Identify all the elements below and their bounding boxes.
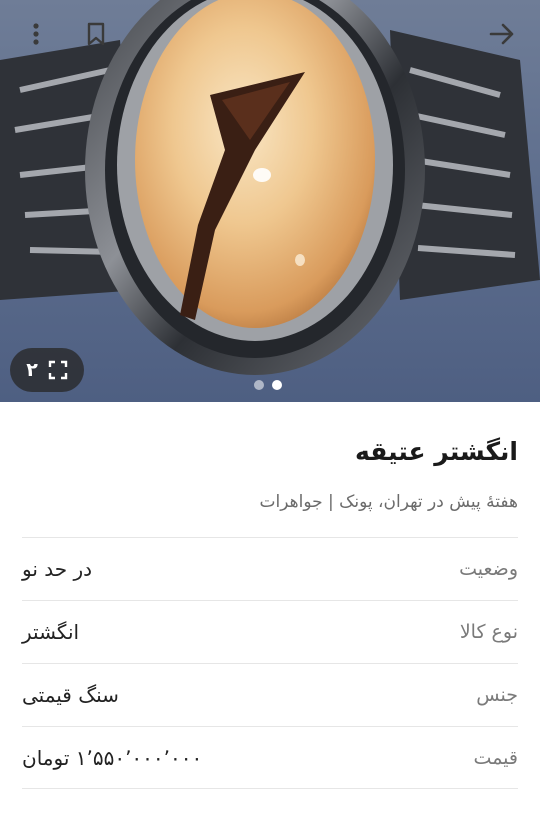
more-options-button[interactable] [16,14,56,54]
page-dot-active[interactable] [272,380,282,390]
detail-row-type: نوع کالا انگشتر [22,600,518,663]
image-count-button[interactable]: ۲ [10,348,84,392]
fullscreen-icon [48,360,67,380]
listing-subtitle: هفتهٔ پیش در تهران، پونک | جواهرات [259,492,518,512]
back-button[interactable] [482,14,522,54]
detail-label: جنس [476,684,518,706]
image-gallery[interactable]: ۲ [0,0,540,402]
bookmark-icon [87,22,105,46]
detail-row-material: جنس سنگ قیمتی [22,663,518,726]
detail-label: نوع کالا [459,621,518,643]
detail-label: وضعیت [459,558,518,580]
ring-photo [0,0,540,375]
detail-value: سنگ قیمتی [22,683,119,707]
detail-row-condition: وضعیت در حد نو [22,537,518,600]
bookmark-button[interactable] [76,14,116,54]
page-indicator [254,380,282,390]
detail-row-price: قیمت ۱٬۵۵۰٬۰۰۰٬۰۰۰ تومان [22,726,518,789]
arrow-right-icon [489,23,514,45]
detail-value: در حد نو [22,557,93,581]
listing-title: انگشتر عتیقه [354,437,518,466]
vertical-dots-icon [33,23,39,45]
price-value: ۱٬۵۵۰٬۰۰۰٬۰۰۰ تومان [22,745,203,770]
detail-value: انگشتر [22,620,80,644]
detail-label: قیمت [473,746,518,769]
listing-details: انگشتر عتیقه هفتهٔ پیش در تهران، پونک | … [0,435,540,789]
image-count: ۲ [26,359,38,381]
details-table: وضعیت در حد نو نوع کالا انگشتر جنس سنگ ق… [22,537,518,789]
page-dot[interactable] [254,380,264,390]
